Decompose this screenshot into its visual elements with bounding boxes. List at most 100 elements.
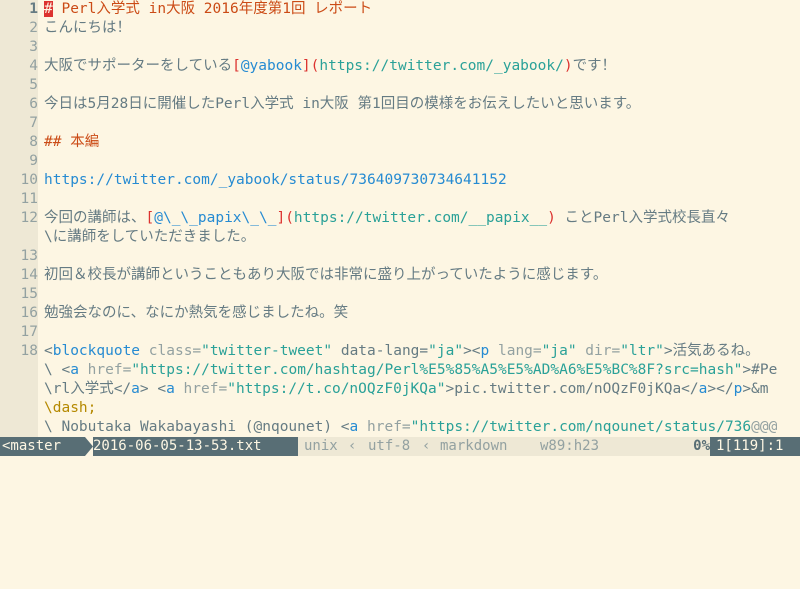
editor-line[interactable]: 15: [0, 284, 800, 305]
line-number: [0, 227, 38, 248]
editor-line[interactable]: \rl入学式</a> <a href="https://t.co/nOQzF0j…: [0, 379, 800, 400]
text-token: href=: [78, 362, 132, 378]
line-text[interactable]: 初回＆校長が講師ということもあり大阪では非常に盛り上がっていたように感じます。: [44, 265, 607, 286]
line-number: 10: [0, 170, 38, 191]
line-text[interactable]: \rl入学式</a> <a href="https://t.co/nOQzF0j…: [44, 379, 769, 400]
text-token: "https://twitter.com/hashtag/Perl%E5%85%…: [131, 362, 743, 378]
text-token: https://twitter.com/__papix__: [293, 210, 548, 226]
line-number: 8: [0, 132, 38, 153]
text-token: a: [70, 362, 79, 378]
editor-line[interactable]: 2 こんにちは！: [0, 18, 800, 39]
text-token: dir=: [576, 343, 621, 359]
line-number: [0, 398, 38, 419]
text-token: 今回の講師は、: [44, 210, 146, 226]
editor-line[interactable]: 16 勉強会なのに、なにか熱気を感じましたね。笑: [0, 303, 800, 324]
text-token: \ Nobutaka Wakabayashi (@nqounet) <: [44, 419, 350, 435]
text-token: 大阪でサポーターをしている: [44, 58, 233, 74]
editor-line[interactable]: 4 大阪でサポーターをしている[@yabook](https://twitter.…: [0, 56, 800, 77]
editor-line[interactable]: 1 # Perl入学式 in大阪 2016年度第1回 レポート: [0, 0, 800, 20]
text-token: @@@: [751, 419, 778, 435]
editor-line[interactable]: 14 初回＆校長が講師ということもあり大阪では非常に盛り上がっていたように感じます…: [0, 265, 800, 286]
text-token: "https://twitter.com/nqounet/status/736: [410, 419, 752, 435]
text-token: \rl入学式</: [44, 381, 132, 397]
text-token: "https://t.co/nOQzF0jKQa": [227, 381, 446, 397]
line-text[interactable]: \に講師をしていただきました。: [44, 227, 255, 248]
text-token: >pic.twitter.com/nOQzF0jKQa</: [445, 381, 699, 397]
line-number: 7: [0, 113, 38, 134]
text-token: \dash;: [44, 400, 97, 416]
text-token: ]: [276, 210, 286, 226]
text-token: lang=: [489, 343, 542, 359]
status-line: <master 2016-06-05-13-53.txt unix ‹ utf-…: [0, 437, 800, 479]
text-token: ]: [301, 58, 311, 74]
editor-line[interactable]: 3: [0, 37, 800, 58]
editor-line[interactable]: 12 今回の講師は、[@\_\_papix\_\_](https://twitte…: [0, 208, 800, 229]
line-text[interactable]: ## 本編: [44, 132, 99, 153]
editor-line[interactable]: 6 今日は5月28日に開催したPerl入学式 in大阪 第1回目の模様をお伝えした…: [0, 94, 800, 115]
line-number: 2: [0, 18, 38, 39]
cursor-position: 1[119]:1: [710, 437, 800, 456]
text-token: class=: [140, 343, 202, 359]
text-token: @\_\_papix\_\_: [154, 210, 277, 226]
line-text[interactable]: \dash;: [44, 398, 96, 419]
line-text[interactable]: \ <a href="https://twitter.com/hashtag/P…: [44, 360, 777, 381]
text-token: >活気あるね。: [663, 343, 760, 359]
line-number: [0, 417, 38, 437]
editor-line[interactable]: \に講師をしていただきました。: [0, 227, 800, 248]
editor-pane[interactable]: 1 # Perl入学式 in大阪 2016年度第1回 レポート 2 こんにちは！ 3 4 大…: [0, 0, 800, 437]
line-number: 6: [0, 94, 38, 115]
text-token: >#Pe: [742, 362, 778, 378]
window-size: w89:h23: [540, 438, 600, 454]
editor-line[interactable]: \ <a href="https://twitter.com/hashtag/P…: [0, 360, 800, 381]
chevron-left-icon: ‹: [348, 438, 357, 454]
text-token: href=: [358, 419, 411, 435]
scroll-percent: 0%: [693, 438, 710, 454]
editor-line[interactable]: 11: [0, 189, 800, 210]
line-number: 13: [0, 246, 38, 267]
text-token: @yabook: [240, 58, 302, 74]
editor-line[interactable]: 10 https://twitter.com/_yabook/status/736…: [0, 170, 800, 191]
text-token: ## 本編: [44, 134, 100, 150]
text-token: \ <: [44, 362, 71, 378]
text-token: href=: [174, 381, 228, 397]
line-text[interactable]: 大阪でサポーターをしている[@yabook](https://twitter.c…: [44, 56, 616, 77]
file-format: unix: [304, 438, 338, 454]
line-number: [0, 379, 38, 400]
text-token: ): [547, 210, 556, 226]
file-name: 2016-06-05-13-53.txt: [93, 437, 298, 456]
editor-line[interactable]: 5: [0, 75, 800, 96]
line-text[interactable]: \ Nobutaka Wakabayashi (@nqounet) <a hre…: [44, 417, 777, 437]
line-number: 14: [0, 265, 38, 286]
text-token: 初回＆校長が講師ということもあり大阪では非常に盛り上がっていたように感じます。: [44, 267, 608, 283]
line-number: 16: [0, 303, 38, 324]
editor-line[interactable]: 9: [0, 151, 800, 172]
editor-line[interactable]: 18 <blockquote class="twitter-tweet" data…: [0, 341, 800, 362]
editor-line[interactable]: 13: [0, 246, 800, 267]
editor-line[interactable]: 17: [0, 322, 800, 343]
text-token: こんにちは！: [44, 20, 131, 36]
git-branch: <master: [0, 437, 85, 456]
file-encoding: utf-8: [368, 438, 411, 454]
editor-line[interactable]: 7: [0, 113, 800, 134]
text-token: (: [285, 210, 294, 226]
chevron-right-icon: [85, 437, 93, 456]
line-text[interactable]: 今日は5月28日に開催したPerl入学式 in大阪 第1回目の模様をお伝えしたい…: [44, 94, 640, 115]
editor-line[interactable]: \dash;: [0, 398, 800, 419]
text-token: > <: [139, 381, 167, 397]
text-token: 今日は5月28日に開催したPerl入学式 in大阪 第1回目の模様をお伝えしたい…: [44, 96, 641, 112]
editor-line[interactable]: 8 ## 本編: [0, 132, 800, 153]
line-text[interactable]: こんにちは！: [44, 18, 131, 39]
text-token: [: [145, 210, 155, 226]
line-text[interactable]: 今回の講師は、[@\_\_papix\_\_](https://twitter.…: [44, 208, 730, 229]
text-token: \に講師をしていただきました。: [44, 229, 256, 245]
line-text[interactable]: 勉強会なのに、なにか熱気を感じましたね。笑: [44, 303, 348, 324]
text-token: a: [166, 381, 175, 397]
line-number: 4: [0, 56, 38, 77]
line-text[interactable]: <blockquote class="twitter-tweet" data-l…: [44, 341, 760, 362]
text-token: <: [44, 343, 53, 359]
line-text[interactable]: https://twitter.com/_yabook/status/73640…: [44, 170, 507, 191]
editor-line[interactable]: \ Nobutaka Wakabayashi (@nqounet) <a hre…: [0, 417, 800, 437]
line-text[interactable]: # Perl入学式 in大阪 2016年度第1回 レポート: [44, 0, 372, 20]
text-token: "ltr": [620, 343, 664, 359]
text-token: p: [733, 381, 743, 397]
